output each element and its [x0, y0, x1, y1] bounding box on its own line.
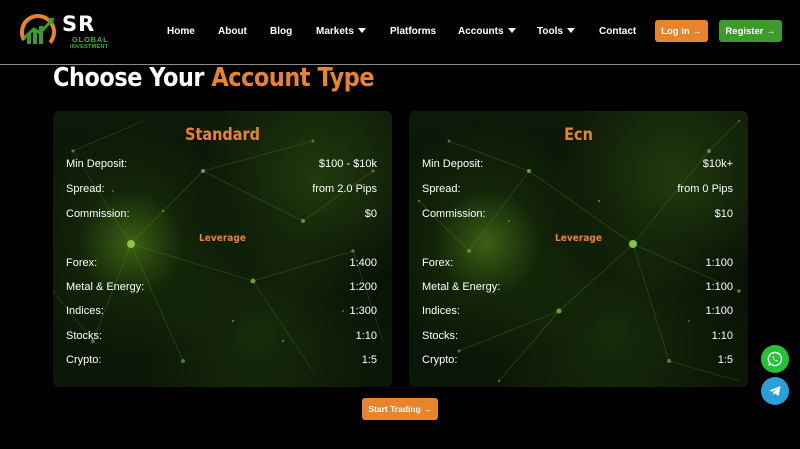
nav-markets-label: Markets: [316, 26, 354, 37]
leverage-row: Stocks: 1:10: [422, 330, 733, 346]
leverage-value: 1:10: [711, 330, 733, 342]
leverage-row: Crypto: 1:5: [66, 354, 377, 370]
page-title-accent: Account Type: [211, 63, 375, 93]
site-header: SR GLOBAL INVESTMENT Home About Blog Mar…: [0, 0, 800, 64]
leverage-row: Crypto: 1:5: [422, 354, 733, 370]
leverage-label: Forex:: [422, 257, 454, 269]
leverage-row: Metal & Energy: 1:100: [422, 281, 733, 297]
leverage-value: 1:5: [361, 354, 377, 366]
leverage-label: Stocks:: [66, 330, 103, 342]
leverage-label: Crypto:: [66, 354, 102, 366]
spec-value: $100 - $10k: [318, 158, 377, 170]
page-title-plain: Choose Your: [53, 63, 205, 93]
leverage-value: 1:100: [705, 281, 733, 293]
leverage-value: 1:5: [717, 354, 733, 366]
leverage-label: Metal & Energy:: [422, 281, 501, 293]
account-card-standard: Standard Min Deposit: $100 - $10k Spread:…: [53, 111, 392, 387]
card-title: Standard: [185, 125, 260, 145]
chevron-down-icon: [566, 27, 575, 33]
chevron-down-icon: [507, 27, 516, 33]
whatsapp-icon: [767, 351, 783, 367]
leverage-heading: Leverage: [555, 233, 602, 244]
spec-row: Min Deposit: $10k+: [422, 158, 733, 174]
spec-label: Commission:: [66, 208, 130, 220]
spec-label: Commission:: [422, 208, 486, 220]
leverage-row: Metal & Energy: 1:200: [66, 281, 377, 297]
spec-value: $10k+: [702, 158, 733, 170]
leverage-value: 1:100: [705, 305, 733, 317]
leverage-heading: Leverage: [199, 233, 246, 244]
telegram-button[interactable]: [761, 377, 789, 405]
spec-value: $0: [364, 208, 377, 220]
chevron-down-icon: [357, 27, 366, 33]
account-card-ecn: Ecn Min Deposit: $10k+ Spread: from 0 Pips…: [409, 111, 748, 387]
spec-row: Min Deposit: $100 - $10k: [66, 158, 377, 174]
logo-tagline-investment: INVESTMENT: [70, 44, 109, 50]
leverage-value: 1:300: [349, 305, 377, 317]
card-title: Ecn: [564, 125, 593, 145]
telegram-icon: [769, 386, 781, 396]
nav-about[interactable]: About: [218, 25, 247, 38]
leverage-row: Forex: 1:100: [422, 257, 733, 273]
spec-row: Commission: $0: [66, 208, 377, 224]
spec-label: Min Deposit:: [422, 158, 484, 170]
leverage-label: Forex:: [66, 257, 98, 269]
nav-contact[interactable]: Contact: [599, 25, 636, 38]
leverage-value: 1:100: [705, 257, 733, 269]
spec-label: Min Deposit:: [66, 158, 128, 170]
leverage-row: Indices: 1:300: [66, 305, 377, 321]
spec-row: Commission: $10: [422, 208, 733, 224]
nav-accounts-label: Accounts: [458, 26, 504, 37]
logo-mark-icon: [19, 14, 56, 50]
spec-row: Spread: from 2.0 Pips: [66, 183, 377, 199]
leverage-value: 1:10: [355, 330, 377, 342]
leverage-label: Indices:: [422, 305, 460, 317]
spec-row: Spread: from 0 Pips: [422, 183, 733, 199]
login-button[interactable]: Log in →: [655, 20, 708, 42]
spec-value: from 2.0 Pips: [312, 183, 377, 195]
leverage-label: Indices:: [66, 305, 104, 317]
spec-value: $10: [714, 208, 733, 220]
site-logo[interactable]: SR GLOBAL INVESTMENT: [18, 12, 108, 54]
spec-label: Spread:: [422, 183, 461, 195]
leverage-row: Indices: 1:100: [422, 305, 733, 321]
leverage-row: Stocks: 1:10: [66, 330, 377, 346]
logo-tagline-global: GLOBAL: [72, 35, 109, 44]
nav-markets[interactable]: Markets: [316, 25, 366, 38]
logo-wordmark: SR: [62, 12, 96, 36]
nav-home[interactable]: Home: [167, 25, 195, 38]
register-button[interactable]: Register →: [719, 20, 782, 42]
leverage-value: 1:200: [349, 281, 377, 293]
leverage-value: 1:400: [349, 257, 377, 269]
spec-value: from 0 Pips: [677, 183, 733, 195]
spec-label: Spread:: [66, 183, 105, 195]
leverage-label: Crypto:: [422, 354, 458, 366]
nav-accounts[interactable]: Accounts: [458, 25, 516, 38]
nav-blog[interactable]: Blog: [270, 25, 292, 38]
leverage-row: Forex: 1:400: [66, 257, 377, 273]
leverage-label: Stocks:: [422, 330, 459, 342]
leverage-label: Metal & Energy:: [66, 281, 145, 293]
whatsapp-button[interactable]: [761, 345, 789, 373]
nav-tools-label: Tools: [537, 26, 563, 37]
start-trading-button[interactable]: Start Trading →: [362, 398, 438, 420]
nav-platforms[interactable]: Platforms: [390, 25, 436, 38]
nav-tools[interactable]: Tools: [537, 25, 575, 38]
page-title: Choose Your Account Type: [53, 62, 375, 94]
